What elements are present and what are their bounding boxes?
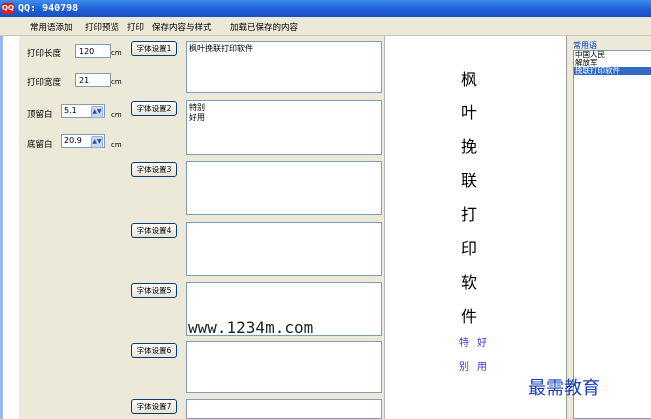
- watermark-text: www.1234m.com: [188, 318, 314, 337]
- preview-char: 打: [461, 205, 478, 224]
- menu-save-content[interactable]: 保存内容与样式: [152, 21, 212, 33]
- width-label: 打印宽度: [27, 78, 62, 88]
- left-strip: [0, 36, 19, 419]
- preview-char: 挽: [461, 137, 478, 156]
- font-setting-button-4[interactable]: 字体设置4: [131, 223, 177, 238]
- phrases-panel: 常用语 中国人民 解放军 挽联打印软件: [566, 36, 651, 419]
- preview-char: 叶: [461, 103, 478, 122]
- width-unit: cm: [111, 78, 122, 86]
- preview-char: 印: [461, 239, 478, 258]
- length-unit: cm: [111, 49, 122, 57]
- menu-print[interactable]: 打印: [127, 21, 144, 33]
- text-area-7[interactable]: [186, 399, 382, 419]
- top-margin-label: 顶留白: [27, 110, 53, 120]
- spin-arrows-icon[interactable]: ▲▼: [91, 136, 103, 148]
- text-area-6[interactable]: [186, 341, 382, 393]
- preview-small-char: 特: [459, 338, 469, 349]
- bottom-margin-value: 20.9: [64, 136, 82, 145]
- menu-load-saved[interactable]: 加载已保存的内容: [230, 21, 298, 33]
- length-input[interactable]: 120: [75, 44, 111, 58]
- font-setting-button-1[interactable]: 字体设置1: [131, 41, 177, 56]
- font-setting-button-7[interactable]: 字体设置7: [131, 399, 177, 414]
- window-title: QQ: 940798: [18, 3, 79, 14]
- font-setting-button-2[interactable]: 字体设置2: [131, 101, 177, 116]
- title-bar: QQ QQ: 940798: [0, 0, 651, 17]
- text-area-2[interactable]: 特别 好用: [186, 100, 382, 155]
- brand-watermark: 最需教育: [528, 378, 600, 399]
- top-margin-stepper[interactable]: 5.1 ▲▼: [61, 104, 105, 118]
- menu-print-preview[interactable]: 打印预览: [85, 21, 119, 33]
- bottom-margin-stepper[interactable]: 20.9 ▲▼: [61, 134, 105, 148]
- font-setting-button-3[interactable]: 字体设置3: [131, 162, 177, 177]
- menu-add-phrase[interactable]: 常用语添加: [30, 21, 73, 33]
- preview-small-char: 用: [477, 362, 487, 373]
- preview-char: 件: [461, 307, 478, 326]
- text-area-3[interactable]: [186, 161, 382, 215]
- list-item-selected[interactable]: 挽联打印软件: [574, 67, 651, 75]
- preview-char: 枫: [461, 70, 478, 89]
- qq-icon: QQ: [2, 3, 14, 14]
- spin-arrows-icon[interactable]: ▲▼: [91, 106, 103, 118]
- preview-small-char: 好: [477, 338, 487, 349]
- length-label: 打印长度: [27, 49, 62, 59]
- phrases-list[interactable]: 中国人民 解放军 挽联打印软件: [573, 50, 651, 419]
- top-margin-value: 5.1: [64, 106, 77, 115]
- print-preview-panel: 枫 叶 挽 联 打 印 软 件 特 好 别 用: [384, 36, 567, 419]
- font-setting-button-6[interactable]: 字体设置6: [131, 343, 177, 358]
- top-margin-unit: cm: [111, 111, 122, 119]
- text-area-4[interactable]: [186, 222, 382, 276]
- font-setting-button-5[interactable]: 字体设置5: [131, 283, 177, 298]
- preview-char: 联: [461, 171, 478, 190]
- preview-char: 软: [461, 273, 478, 292]
- bottom-margin-label: 底留白: [27, 140, 53, 150]
- width-input[interactable]: 21: [75, 73, 111, 87]
- menu-bar: 常用语添加 打印预览 打印 保存内容与样式 加载已保存的内容: [0, 17, 651, 36]
- preview-small-char: 别: [459, 362, 469, 373]
- bottom-margin-unit: cm: [111, 141, 122, 149]
- text-area-1[interactable]: 枫叶挽联打印软件: [186, 41, 382, 93]
